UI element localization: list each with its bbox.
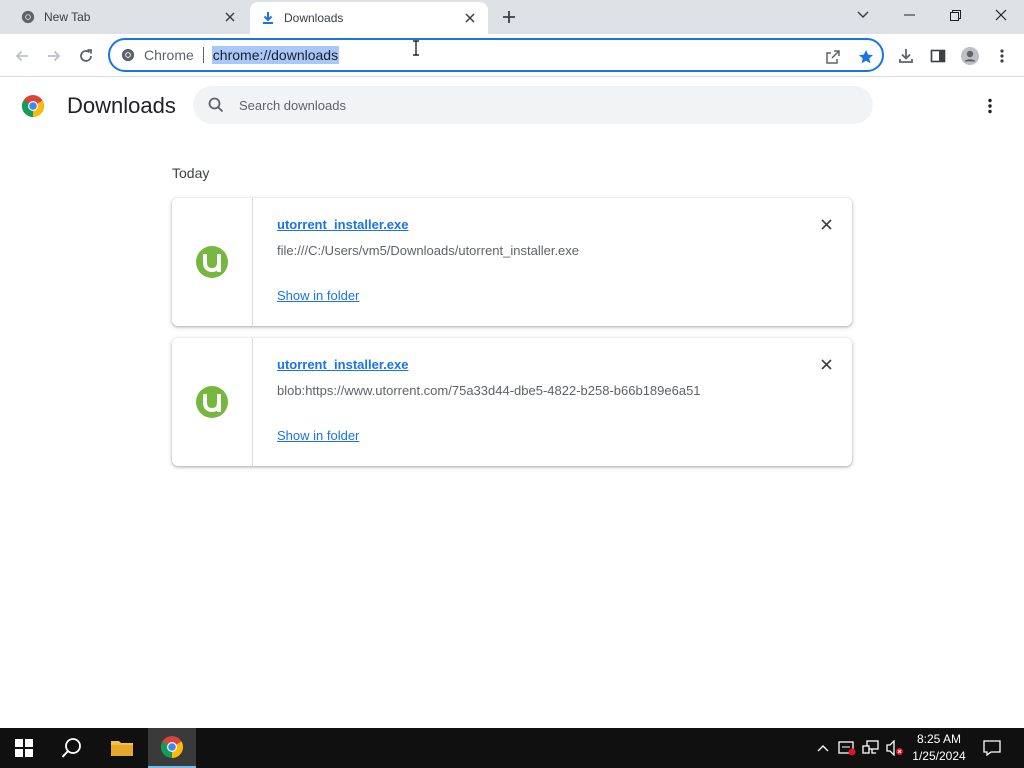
bookmark-star-icon[interactable] xyxy=(855,46,877,68)
restore-icon xyxy=(949,9,961,21)
show-in-folder-link[interactable]: Show in folder xyxy=(277,428,359,443)
file-url: file:///C:/Users/vm5/Downloads/utorrent_… xyxy=(277,243,580,258)
side-panel-icon xyxy=(930,49,946,63)
kebab-menu-icon xyxy=(988,98,992,114)
clock-time: 8:25 AM xyxy=(916,732,962,746)
clock-date: 1/25/2024 xyxy=(912,749,966,763)
volume-muted-icon[interactable] xyxy=(885,738,905,758)
search-button[interactable] xyxy=(48,728,96,768)
search-icon xyxy=(61,738,81,758)
download-icon xyxy=(260,10,276,26)
forward-button[interactable] xyxy=(40,42,68,70)
chrome-taskbar-button[interactable] xyxy=(148,728,196,768)
windows-logo-icon xyxy=(15,739,33,757)
close-tab-icon[interactable] xyxy=(460,8,480,28)
downloads-header: Downloads xyxy=(0,78,1024,134)
profile-button[interactable] xyxy=(956,42,984,70)
kebab-menu-icon xyxy=(1000,49,1004,63)
file-icon-area xyxy=(172,198,253,326)
chrome-icon xyxy=(120,47,136,63)
side-panel-button[interactable] xyxy=(924,42,952,70)
file-name-link[interactable]: utorrent_installer.exe xyxy=(277,217,409,232)
search-downloads-box[interactable] xyxy=(193,86,873,124)
share-icon[interactable] xyxy=(822,46,844,68)
notifications-button[interactable] xyxy=(982,738,1002,758)
forward-arrow-icon xyxy=(48,50,61,62)
omnibox-url[interactable]: chrome://downloads xyxy=(211,46,340,64)
utorrent-icon xyxy=(196,386,228,418)
tab-title: Downloads xyxy=(284,11,344,25)
tab-title: New Tab xyxy=(44,10,91,24)
omnibox-divider xyxy=(202,47,204,63)
close-icon xyxy=(820,358,832,370)
system-clock[interactable]: 8:25 AM 1/25/2024 xyxy=(906,731,972,765)
tab-strip: New Tab Downloads xyxy=(0,0,1024,34)
close-icon xyxy=(820,218,832,230)
close-icon xyxy=(995,9,1007,21)
file-icon-area xyxy=(172,338,253,466)
chevron-down-icon xyxy=(857,11,869,19)
omnibox-chip-label: Chrome xyxy=(144,47,194,63)
show-hidden-icons-button[interactable] xyxy=(813,738,833,758)
browser-toolbar: Chrome chrome://downloads xyxy=(0,34,1024,77)
security-tray-icon[interactable] xyxy=(837,738,857,758)
folder-icon xyxy=(111,741,133,756)
minimize-button[interactable] xyxy=(886,0,932,30)
tab-search-button[interactable] xyxy=(840,0,886,30)
file-url: blob:https://www.utorrent.com/75a33d44-d… xyxy=(277,383,701,398)
close-tab-icon[interactable] xyxy=(220,7,240,27)
chrome-icon xyxy=(161,736,183,758)
chrome-menu-button[interactable] xyxy=(988,42,1016,70)
restore-button[interactable] xyxy=(932,0,978,30)
downloads-button[interactable] xyxy=(892,42,920,70)
search-input[interactable] xyxy=(239,97,839,113)
new-tab-button[interactable] xyxy=(498,6,520,28)
back-button[interactable] xyxy=(8,42,36,70)
chrome-logo-icon xyxy=(21,94,45,118)
close-window-button[interactable] xyxy=(978,0,1024,30)
omnibox[interactable]: Chrome chrome://downloads xyxy=(108,38,884,72)
start-button[interactable] xyxy=(0,728,48,768)
tab-downloads[interactable]: Downloads xyxy=(250,2,488,34)
download-icon xyxy=(899,49,913,63)
back-arrow-icon xyxy=(15,50,28,62)
download-item: utorrent_installer.exe file:///C:/Users/… xyxy=(172,198,852,326)
remove-from-list-button[interactable] xyxy=(816,214,836,234)
search-icon xyxy=(207,96,225,114)
windows-taskbar: 8:25 AM 1/25/2024 xyxy=(0,728,1024,768)
minimize-icon xyxy=(903,14,915,16)
chrome-icon xyxy=(20,9,36,25)
download-item: utorrent_installer.exe blob:https://www.… xyxy=(172,338,852,466)
file-explorer-button[interactable] xyxy=(98,728,146,768)
date-section-header: Today xyxy=(172,165,210,181)
show-in-folder-link[interactable]: Show in folder xyxy=(277,288,359,303)
utorrent-icon xyxy=(196,246,228,278)
reload-button[interactable] xyxy=(72,42,100,70)
notification-icon xyxy=(983,740,1001,757)
reload-icon xyxy=(80,49,92,62)
network-icon[interactable] xyxy=(861,738,881,758)
text-cursor-icon xyxy=(411,40,421,56)
page-title: Downloads xyxy=(67,93,176,118)
remove-from-list-button[interactable] xyxy=(816,354,836,374)
tab-new-tab[interactable]: New Tab xyxy=(0,0,248,34)
chevron-up-icon xyxy=(817,745,829,752)
avatar-icon xyxy=(961,47,979,65)
downloads-more-actions-button[interactable] xyxy=(978,94,1002,118)
file-name-link[interactable]: utorrent_installer.exe xyxy=(277,357,409,372)
